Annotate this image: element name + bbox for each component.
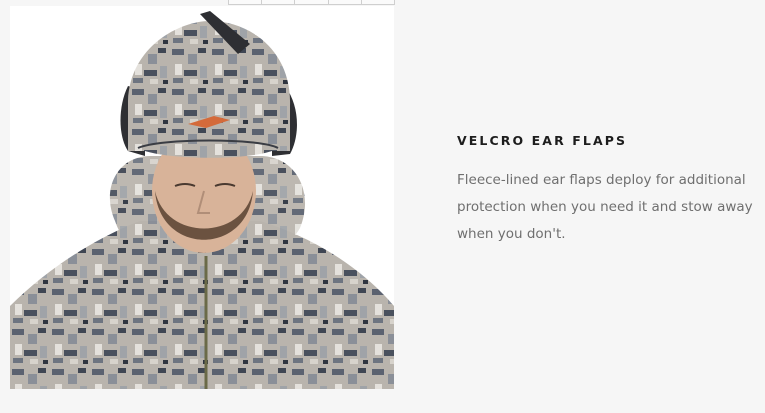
thumbnail-1[interactable]: [229, 0, 263, 5]
feature-description: Fleece-lined ear flaps deploy for additi…: [457, 172, 753, 242]
product-image: [10, 6, 394, 389]
product-feature-section: VELCRO EAR FLAPS Fleece-lined ear flaps …: [0, 0, 765, 413]
thumbnail-3[interactable]: [295, 0, 329, 5]
thumbnail-strip: [228, 0, 396, 5]
feature-block: VELCRO EAR FLAPS Fleece-lined ear flaps …: [457, 133, 757, 248]
model-wearing-camo-hat-illustration: [10, 11, 394, 389]
thumbnail-5[interactable]: [361, 0, 396, 5]
thumbnail-4[interactable]: [328, 0, 362, 5]
feature-title: VELCRO EAR FLAPS: [457, 133, 628, 148]
thumbnail-2[interactable]: [262, 0, 296, 5]
